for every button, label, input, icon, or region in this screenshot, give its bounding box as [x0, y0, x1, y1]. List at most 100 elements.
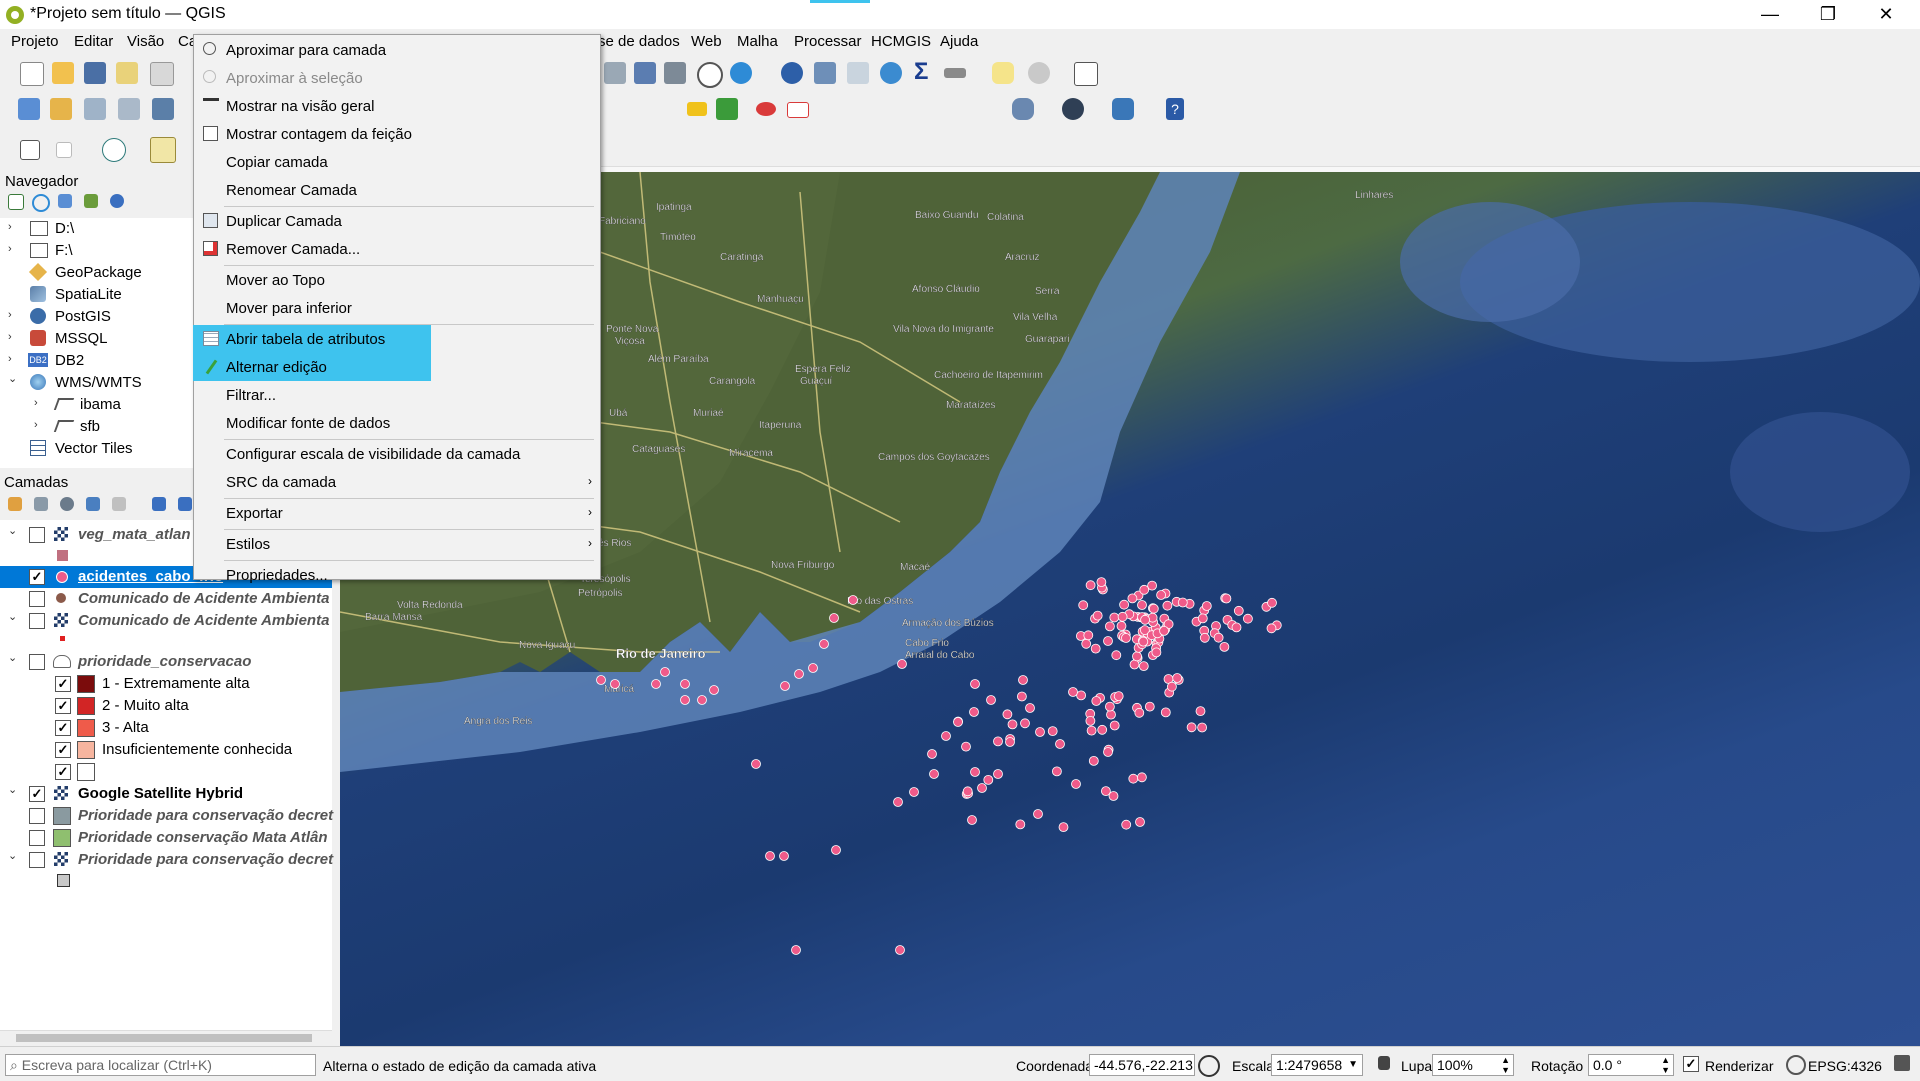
messages-icon[interactable] [1894, 1055, 1910, 1071]
layer-visibility-checkbox[interactable] [29, 654, 45, 670]
crs-button[interactable]: EPSG:4326 [1808, 1058, 1882, 1074]
new-project-icon[interactable] [20, 62, 44, 86]
layer-visibility-checkbox[interactable] [29, 830, 45, 846]
legend-checkbox[interactable]: ✓ [55, 764, 71, 780]
layer-prioridade-conservacao[interactable]: ⌄ prioridade_conservacao [0, 651, 332, 673]
menu-item-exportar[interactable]: Exportar › [194, 500, 600, 526]
python-console-icon[interactable] [1112, 98, 1134, 120]
select-features-icon[interactable] [150, 137, 176, 163]
menu-item-filtrar[interactable]: Filtrar... [194, 382, 600, 408]
collapse-arrow-icon[interactable]: ⌄ [8, 783, 18, 796]
menu-visao[interactable]: Visão [127, 33, 164, 50]
layer-prioridade-decret-1[interactable]: Prioridade para conservação decret [0, 805, 333, 827]
layer-prioridade-decret-2[interactable]: ⌄ Prioridade para conservação decret [0, 849, 333, 871]
menu-ajuda[interactable]: Ajuda [940, 33, 978, 50]
field-calculator-icon[interactable] [847, 62, 869, 84]
expand-arrow-icon[interactable]: › [8, 331, 18, 343]
menu-item-aproximar-sele-o[interactable]: Aproximar à seleção [194, 65, 600, 91]
menu-item-mostrar-contagem-da-fei-o[interactable]: Mostrar contagem da feição [194, 121, 600, 147]
spin-arrows-icon[interactable]: ▲ ▼ [1661, 1055, 1670, 1075]
expand-arrow-icon[interactable]: › [8, 243, 18, 255]
new-geopackage-layer-icon[interactable] [50, 98, 72, 120]
menu-item-propriedades[interactable]: Propriedades... [194, 562, 600, 588]
filter-icon[interactable] [58, 194, 72, 208]
legend-item-blank[interactable]: ✓ [0, 761, 332, 783]
collapse-arrow-icon[interactable]: ⌄ [8, 610, 18, 623]
measure-line-icon[interactable] [944, 68, 966, 78]
pin-labels-icon[interactable] [756, 102, 776, 116]
expand-arrow-icon[interactable]: › [8, 221, 18, 233]
blank-tool-icon[interactable] [56, 142, 72, 158]
layer-comunicado-acidente-1[interactable]: Comunicado de Acidente Ambienta [0, 588, 332, 610]
menu-item-mostrar-na-vis-o-geral[interactable]: Mostrar na visão geral [194, 93, 600, 119]
refresh-icon[interactable] [32, 194, 50, 212]
show-bookmarks-icon[interactable] [664, 62, 686, 84]
save-project-icon[interactable] [84, 62, 106, 84]
rotation-spinbox[interactable]: 0.0 ° ▲ ▼ [1588, 1054, 1674, 1076]
pan-to-selection-icon[interactable] [604, 62, 626, 84]
identify-features-icon[interactable] [781, 62, 803, 84]
filter-legend-icon[interactable] [86, 497, 100, 511]
expand-arrow-icon[interactable]: › [34, 397, 44, 409]
menu-item-abrir-tabela-de-atributos[interactable]: Abrir tabela de atributos [193, 325, 600, 353]
manage-map-themes-icon[interactable] [60, 497, 74, 511]
collapse-arrow-icon[interactable]: ⌄ [8, 524, 18, 537]
collapse-arrow-icon[interactable]: ⌄ [8, 372, 18, 385]
legend-item-muito-alta[interactable]: ✓ 2 - Muito alta [0, 695, 332, 717]
render-checkbox[interactable]: ✓ [1683, 1056, 1699, 1072]
add-group-icon[interactable] [34, 497, 48, 511]
menu-editar[interactable]: Editar [74, 33, 113, 50]
plugin-p-icon[interactable] [102, 138, 126, 162]
menu-item-mover-para-inferior[interactable]: Mover para inferior [194, 295, 600, 321]
legend-item-alta[interactable]: ✓ 3 - Alta [0, 717, 332, 739]
layer-visibility-checkbox[interactable]: ✓ [29, 786, 45, 802]
locator-search-input[interactable]: ⌕ Escreva para localizar (Ctrl+K) [5, 1054, 316, 1076]
add-raster-layer-icon[interactable] [118, 98, 140, 120]
layers-horizontal-scrollbar[interactable] [0, 1030, 332, 1045]
legend-item-extremamente-alta[interactable]: ✓ 1 - Extremamente alta [0, 673, 332, 695]
open-attribute-table-icon[interactable] [814, 62, 836, 84]
collapse-all-icon[interactable] [178, 497, 192, 511]
text-annotation-icon[interactable] [1074, 62, 1098, 86]
expand-arrow-icon[interactable]: › [8, 309, 18, 321]
layer-labeling-icon[interactable] [716, 98, 738, 120]
magnifier-spinbox[interactable]: 100% ▲ ▼ [1432, 1054, 1514, 1076]
collapse-arrow-icon[interactable]: ⌄ [8, 849, 18, 862]
scrollbar-thumb[interactable] [16, 1034, 312, 1042]
new-bookmark-icon[interactable] [634, 62, 656, 84]
globe-plugin-icon[interactable] [1062, 98, 1084, 120]
layer-visibility-checkbox[interactable] [29, 808, 45, 824]
lock-scale-icon[interactable] [1378, 1056, 1390, 1070]
add-spatialite-icon[interactable] [152, 98, 174, 120]
help-icon[interactable]: ? [1166, 98, 1184, 120]
statistical-summary-icon[interactable]: Σ [914, 58, 928, 86]
processing-toolbox-icon[interactable] [880, 62, 902, 84]
layer-visibility-checkbox[interactable]: ✓ [29, 569, 45, 585]
menu-item-duplicar-camada[interactable]: Duplicar Camada [194, 208, 600, 234]
layer-google-satellite-hybrid[interactable]: ⌄ ✓ Google Satellite Hybrid [0, 783, 332, 805]
menu-projeto[interactable]: Projeto [11, 33, 59, 50]
new-print-layout-icon[interactable] [116, 62, 138, 84]
menu-item-remover-camada[interactable]: Remover Camada... [194, 236, 600, 262]
expand-all-icon[interactable] [152, 497, 166, 511]
maximize-button[interactable]: ❐ [1800, 0, 1856, 29]
layout-manager-icon[interactable] [150, 62, 174, 86]
spin-arrows-icon[interactable]: ▲ ▼ [1501, 1055, 1510, 1075]
legend-checkbox[interactable]: ✓ [55, 676, 71, 692]
close-button[interactable]: ✕ [1858, 0, 1914, 29]
layer-visibility-checkbox[interactable] [29, 527, 45, 543]
menu-item-aproximar-para-camada[interactable]: Aproximar para camada [194, 37, 600, 63]
minimize-button[interactable]: — [1742, 0, 1798, 29]
menu-processar[interactable]: Processar [794, 33, 862, 50]
legend-item-insuficientemente[interactable]: ✓ Insuficientemente conhecida [0, 739, 332, 761]
add-selected-icon[interactable] [8, 194, 24, 210]
menu-item-mover-ao-topo[interactable]: Mover ao Topo [194, 267, 600, 293]
label-tool-icon[interactable] [687, 102, 707, 116]
collapse-arrow-icon[interactable]: ⌄ [8, 651, 18, 664]
map-tips-disabled-icon[interactable] [1028, 62, 1050, 84]
data-source-manager-icon[interactable] [18, 98, 40, 120]
open-project-icon[interactable] [52, 62, 74, 84]
menu-item-modificar-fonte-de-dados[interactable]: Modificar fonte de dados [194, 410, 600, 436]
annotation-text-icon[interactable] [20, 140, 40, 160]
collapse-all-icon[interactable] [84, 194, 98, 208]
